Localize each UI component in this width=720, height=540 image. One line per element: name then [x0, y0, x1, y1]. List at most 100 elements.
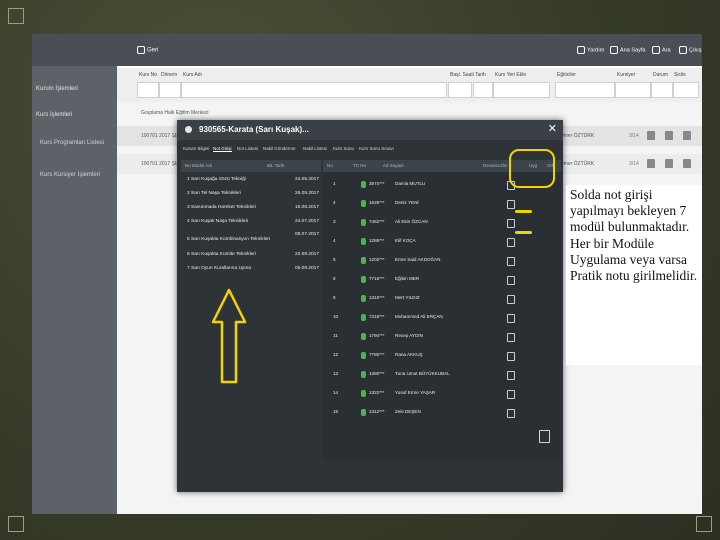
- filter-input[interactable]: [673, 82, 699, 98]
- filter-input[interactable]: [555, 82, 615, 98]
- tab-transfer-send[interactable]: Nakil Gönderme: [263, 146, 296, 151]
- user-icon[interactable]: [647, 159, 655, 168]
- filter-input[interactable]: [473, 82, 493, 98]
- module-name: 3 Savunmada Hareket Teknikleri: [187, 205, 256, 210]
- help-button[interactable]: Yardım: [577, 46, 604, 54]
- table-row[interactable]: 11 1794*** Recep AYDIN: [323, 326, 561, 345]
- tab-transfer-list[interactable]: Nakil Listesi: [303, 146, 327, 151]
- checkbox-icon[interactable]: [507, 200, 515, 209]
- student-tc: 7318***: [369, 314, 385, 319]
- sidebar: Kurum İşlemleri Kurs İşlemleri Kurs Prog…: [32, 66, 117, 514]
- grade-columns-highlight: [509, 149, 555, 188]
- user-icon[interactable]: [647, 131, 655, 140]
- filter-label: Kurs Yeri Ekle: [495, 72, 527, 78]
- student-no: 1: [333, 181, 336, 186]
- highlight-mark: [515, 210, 532, 213]
- back-button[interactable]: Geri: [137, 46, 158, 54]
- student-name: Damla MUTLU: [395, 181, 426, 186]
- tab-course-end[interactable]: Kurs Sonu: [333, 146, 354, 151]
- student-no: 4: [333, 238, 336, 243]
- checkbox-icon[interactable]: [507, 371, 515, 380]
- tab-grade-list[interactable]: Not Listesi: [237, 146, 258, 151]
- filter-input[interactable]: [448, 82, 472, 98]
- table-row[interactable]: 3 7462*** Ali Ekin ÖZCAN: [323, 212, 561, 231]
- help-label: Yardım: [587, 47, 605, 54]
- edit-icon[interactable]: [665, 131, 673, 140]
- checkbox-icon[interactable]: [507, 219, 515, 228]
- close-icon[interactable]: ✕: [548, 122, 557, 135]
- sidebar-item-courses[interactable]: Kurs İşlemleri: [36, 112, 72, 118]
- checkbox-icon[interactable]: [507, 390, 515, 399]
- tab-course-exam[interactable]: Kurs Sonu Sınavı: [359, 146, 394, 151]
- row-code: 100701 2017 Şb: [141, 133, 178, 139]
- filter-input[interactable]: [651, 82, 673, 98]
- module-name: 7 Sarı Oyun Kurallarına Uyma: [187, 266, 251, 271]
- table-row[interactable]: 13 1380*** Tuna Umut BÜYÜKKUBAL: [323, 364, 561, 383]
- student-tc: 1202***: [369, 257, 385, 262]
- column-header: TC No: [353, 163, 367, 168]
- table-row[interactable]: 5 1202*** Emre Said AKDOĞAN: [323, 250, 561, 269]
- module-end-date: 16.06.2017: [295, 205, 320, 210]
- checkbox-icon[interactable]: [507, 409, 515, 418]
- checkbox-icon[interactable]: [507, 276, 515, 285]
- column-header: No: [327, 163, 333, 168]
- sidebar-item-institution[interactable]: Kurum İşlemleri: [36, 86, 78, 92]
- sidebar-item-trainees[interactable]: Kurs Kursiyer İşlemleri: [40, 172, 100, 178]
- filter-label: Kurs No: [139, 72, 158, 78]
- filter-input[interactable]: [615, 82, 651, 98]
- user-icon: [361, 257, 366, 264]
- filter-input[interactable]: [137, 82, 159, 98]
- table-row[interactable]: 10 7318*** Muhammed Ali ERÇAN: [323, 307, 561, 326]
- user-icon: [361, 333, 366, 340]
- checkbox-icon[interactable]: [507, 238, 515, 247]
- dialog-title-bar: 930565-Karata (Sarı Kuşak)... ✕: [177, 120, 563, 140]
- filter-label: Sicile: [674, 72, 686, 78]
- user-icon: [361, 219, 366, 226]
- tab-grade-entry[interactable]: Not Girişi: [213, 146, 232, 152]
- row-count: 3/14: [629, 161, 639, 167]
- student-name: Muhammed Ali ERÇAN: [395, 314, 443, 319]
- filter-input[interactable]: [493, 82, 550, 98]
- table-row[interactable]: 12 7780*** Rana AKKUŞ: [323, 345, 561, 364]
- checkbox-icon[interactable]: [507, 257, 515, 266]
- table-row[interactable]: 15 1312*** Zeki DEŞEN: [323, 402, 561, 421]
- student-tc: 1528***: [369, 200, 385, 205]
- tab-institution[interactable]: Kurum Bilgisi: [183, 146, 209, 151]
- student-name: Elif KOÇA: [395, 238, 416, 243]
- sidebar-item-course-programs[interactable]: Kurs Programları Listesi: [40, 140, 104, 146]
- save-icon[interactable]: [539, 430, 550, 443]
- highlight-mark: [515, 231, 532, 234]
- filter-label: Tarih: [475, 72, 486, 78]
- module-name: 1 Sarı Kuşağa Sözü Tekniği: [187, 177, 246, 182]
- module-table-header: No Modül Adı Bit. Tarih: [181, 160, 321, 172]
- student-name: Yusuf Emre YAŞAR: [395, 390, 436, 395]
- filter-input[interactable]: [181, 82, 447, 98]
- course-icon: [185, 126, 192, 133]
- user-icon: [361, 371, 366, 378]
- table-row[interactable]: 6 7718*** Eğitim MER: [323, 269, 561, 288]
- back-icon: [137, 46, 145, 54]
- help-icon: [577, 46, 585, 54]
- document-icon[interactable]: [683, 131, 691, 140]
- table-row[interactable]: 14 1322*** Yusuf Emre YAŞAR: [323, 383, 561, 402]
- home-button[interactable]: Ana Sayfa: [610, 46, 645, 54]
- student-no: 10: [333, 314, 339, 319]
- user-icon: [361, 200, 366, 207]
- module-name: 5 Sarı Kuşakta Kombinasyon Teknikleri: [187, 237, 271, 242]
- checkbox-icon[interactable]: [507, 352, 515, 361]
- student-tc: 1312***: [369, 409, 385, 414]
- filter-label: Kurs Adı: [183, 72, 202, 78]
- filter-input[interactable]: [159, 82, 181, 98]
- top-bar: Geri Yardım Ana Sayfa Ara Çıkış: [32, 34, 702, 66]
- logout-button[interactable]: Çıkış: [679, 46, 702, 54]
- document-icon[interactable]: [683, 159, 691, 168]
- table-row[interactable]: 8 1318*** Mert YILDIZ: [323, 288, 561, 307]
- search-button[interactable]: Ara: [652, 46, 671, 54]
- checkbox-icon[interactable]: [507, 314, 515, 323]
- checkbox-icon[interactable]: [507, 333, 515, 342]
- edit-icon[interactable]: [665, 159, 673, 168]
- filter-label: Kursiyer: [617, 72, 636, 78]
- module-end-date: 25.05.2017: [295, 191, 320, 196]
- student-tc: 7718***: [369, 276, 385, 281]
- checkbox-icon[interactable]: [507, 295, 515, 304]
